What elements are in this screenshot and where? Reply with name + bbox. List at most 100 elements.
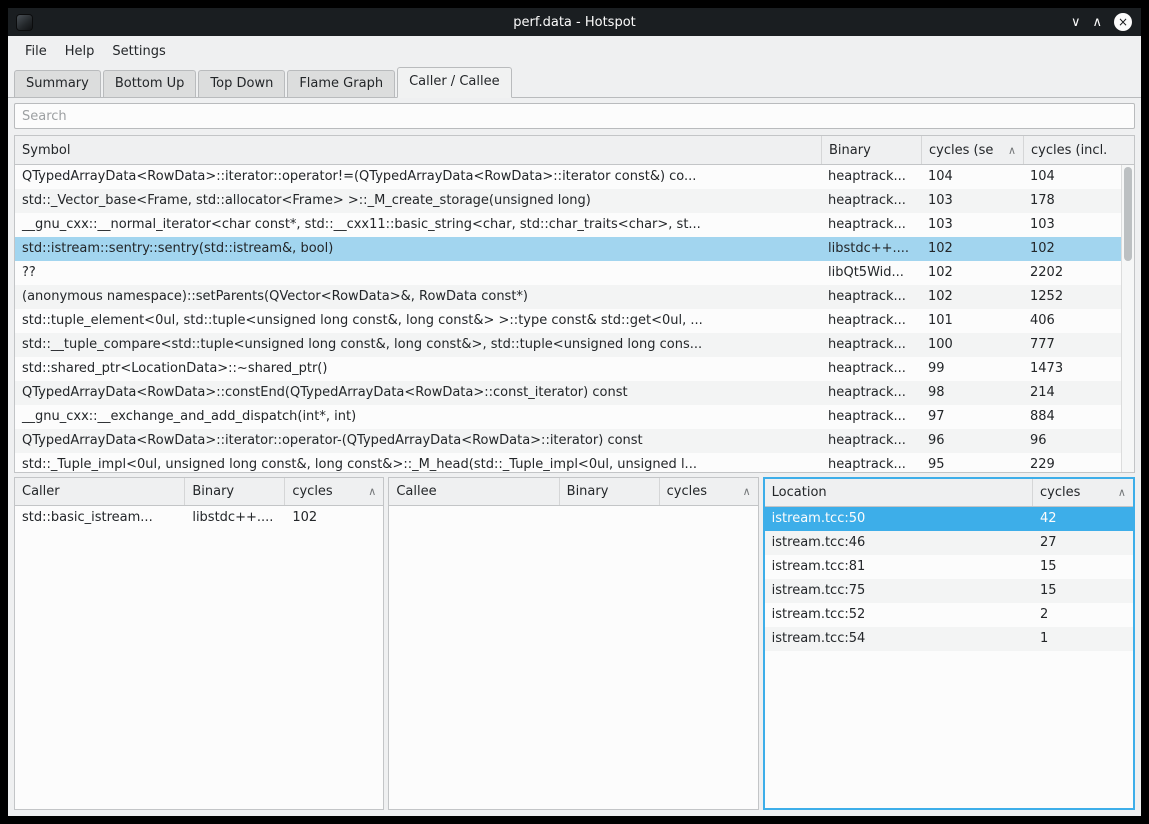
cycles-cell: 42	[1033, 507, 1133, 531]
tab-bottom-up[interactable]: Bottom Up	[103, 70, 197, 97]
symbol-cell: std::tuple_element<0ul, std::tuple<unsig…	[15, 309, 821, 333]
symbol-table-row[interactable]: ?? libQt5Wid... 102 2202	[15, 261, 1121, 285]
binary-cell: libstdc++....	[185, 506, 285, 530]
cycles-cell: 27	[1033, 531, 1133, 555]
scrollbar-thumb[interactable]	[1124, 167, 1132, 261]
sort-ascending-icon: ∧	[362, 485, 376, 498]
column-label: cycles	[292, 484, 332, 499]
maximize-icon[interactable]: ∧	[1092, 16, 1102, 29]
location-cell: istream.tcc:50	[765, 507, 1033, 531]
cycles-self-cell: 98	[921, 381, 1023, 405]
symbol-table-row[interactable]: (anonymous namespace)::setParents(QVecto…	[15, 285, 1121, 309]
symbol-table: Symbol Binary cycles (se ∧ cycles (incl.…	[14, 135, 1135, 473]
cycles-incl-cell: 103	[1023, 213, 1121, 237]
symbol-table-row[interactable]: __gnu_cxx::__exchange_and_add_dispatch(i…	[15, 405, 1121, 429]
symbol-table-row[interactable]: std::__tuple_compare<std::tuple<unsigned…	[15, 333, 1121, 357]
location-cell: istream.tcc:54	[765, 627, 1033, 651]
bottom-panels: Caller Binary cycles ∧ std::basic_istrea…	[14, 477, 1135, 810]
cycles-incl-cell: 102	[1023, 237, 1121, 261]
cycles-self-cell: 103	[921, 189, 1023, 213]
column-label: cycles (se	[929, 143, 993, 158]
column-label: cycles (incl.	[1031, 143, 1107, 158]
column-header-callee[interactable]: Callee	[389, 478, 559, 505]
column-header-cycles[interactable]: cycles ∧	[660, 478, 758, 505]
tab-summary[interactable]: Summary	[14, 70, 101, 97]
cycles-incl-cell: 104	[1023, 165, 1121, 189]
cycles-incl-cell: 1473	[1023, 357, 1121, 381]
symbol-table-row[interactable]: std::shared_ptr<LocationData>::~shared_p…	[15, 357, 1121, 381]
cycles-self-cell: 102	[921, 261, 1023, 285]
symbol-table-row[interactable]: std::_Tuple_impl<0ul, unsigned long cons…	[15, 453, 1121, 472]
symbol-cell: QTypedArrayData<RowData>::iterator::oper…	[15, 429, 821, 453]
callee-panel-header: Callee Binary cycles ∧	[389, 478, 757, 506]
hotspot-window: perf.data - Hotspot ∨ ∧ × File Help Sett…	[8, 8, 1141, 816]
window-title: perf.data - Hotspot	[8, 15, 1141, 30]
titlebar[interactable]: perf.data - Hotspot ∨ ∧ ×	[8, 8, 1141, 36]
column-header-binary[interactable]: Binary	[822, 136, 922, 164]
binary-cell: heaptrack...	[821, 213, 921, 237]
vertical-scrollbar[interactable]	[1121, 165, 1134, 472]
sort-ascending-icon: ∧	[1002, 144, 1016, 157]
binary-cell: heaptrack...	[821, 285, 921, 309]
symbol-table-row[interactable]: QTypedArrayData<RowData>::constEnd(QType…	[15, 381, 1121, 405]
sort-ascending-icon: ∧	[737, 485, 751, 498]
cycles-incl-cell: 1252	[1023, 285, 1121, 309]
symbol-table-row-selected[interactable]: std::istream::sentry::sentry(std::istrea…	[15, 237, 1121, 261]
menu-help[interactable]: Help	[56, 39, 104, 64]
tab-top-down[interactable]: Top Down	[198, 70, 285, 97]
search-row	[8, 98, 1141, 135]
tab-flame-graph[interactable]: Flame Graph	[287, 70, 395, 97]
location-panel-header: Location cycles ∧	[765, 479, 1133, 507]
cycles-incl-cell: 96	[1023, 429, 1121, 453]
cycles-self-cell: 103	[921, 213, 1023, 237]
binary-cell: heaptrack...	[821, 333, 921, 357]
cycles-self-cell: 102	[921, 285, 1023, 309]
column-header-cycles-incl[interactable]: cycles (incl.	[1024, 136, 1134, 164]
column-label: Binary	[567, 484, 609, 499]
location-row[interactable]: istream.tcc:75 15	[765, 579, 1133, 603]
column-header-caller[interactable]: Caller	[15, 478, 185, 505]
minimize-icon[interactable]: ∨	[1071, 16, 1081, 29]
column-label: Symbol	[22, 143, 70, 158]
binary-cell: heaptrack...	[821, 165, 921, 189]
column-header-location[interactable]: Location	[765, 479, 1033, 506]
menu-file[interactable]: File	[16, 39, 56, 64]
tab-caller-callee[interactable]: Caller / Callee	[397, 67, 512, 98]
location-row[interactable]: istream.tcc:52 2	[765, 603, 1133, 627]
symbol-table-row[interactable]: __gnu_cxx::__normal_iterator<char const*…	[15, 213, 1121, 237]
column-label: cycles	[667, 484, 707, 499]
column-header-binary[interactable]: Binary	[185, 478, 285, 505]
symbol-table-row[interactable]: QTypedArrayData<RowData>::iterator::oper…	[15, 429, 1121, 453]
location-cell: istream.tcc:46	[765, 531, 1033, 555]
symbol-table-row[interactable]: std::_Vector_base<Frame, std::allocator<…	[15, 189, 1121, 213]
column-label: Callee	[396, 484, 436, 499]
tabbar: Summary Bottom Up Top Down Flame Graph C…	[8, 66, 1141, 98]
location-row-selected[interactable]: istream.tcc:50 42	[765, 507, 1133, 531]
close-icon[interactable]: ×	[1114, 13, 1132, 31]
cycles-self-cell: 99	[921, 357, 1023, 381]
search-input[interactable]	[14, 103, 1135, 129]
symbol-table-row[interactable]: QTypedArrayData<RowData>::iterator::oper…	[15, 165, 1121, 189]
menu-settings[interactable]: Settings	[103, 39, 174, 64]
cycles-incl-cell: 884	[1023, 405, 1121, 429]
symbol-table-row[interactable]: std::tuple_element<0ul, std::tuple<unsig…	[15, 309, 1121, 333]
symbol-cell: __gnu_cxx::__exchange_and_add_dispatch(i…	[15, 405, 821, 429]
caller-row[interactable]: std::basic_istream... libstdc++.... 102	[15, 506, 383, 530]
cycles-incl-cell: 214	[1023, 381, 1121, 405]
binary-cell: heaptrack...	[821, 357, 921, 381]
binary-cell: heaptrack...	[821, 189, 921, 213]
symbol-cell: std::istream::sentry::sentry(std::istrea…	[15, 237, 821, 261]
location-row[interactable]: istream.tcc:54 1	[765, 627, 1133, 651]
cycles-self-cell: 100	[921, 333, 1023, 357]
column-header-cycles[interactable]: cycles ∧	[285, 478, 383, 505]
column-header-cycles-self[interactable]: cycles (se ∧	[922, 136, 1024, 164]
location-row[interactable]: istream.tcc:46 27	[765, 531, 1133, 555]
symbol-table-header: Symbol Binary cycles (se ∧ cycles (incl.	[15, 136, 1134, 165]
column-label: Binary	[192, 484, 234, 499]
column-header-cycles[interactable]: cycles ∧	[1033, 479, 1133, 506]
location-row[interactable]: istream.tcc:81 15	[765, 555, 1133, 579]
column-header-symbol[interactable]: Symbol	[15, 136, 822, 164]
cycles-incl-cell: 406	[1023, 309, 1121, 333]
symbol-cell: std::_Vector_base<Frame, std::allocator<…	[15, 189, 821, 213]
column-header-binary[interactable]: Binary	[560, 478, 660, 505]
